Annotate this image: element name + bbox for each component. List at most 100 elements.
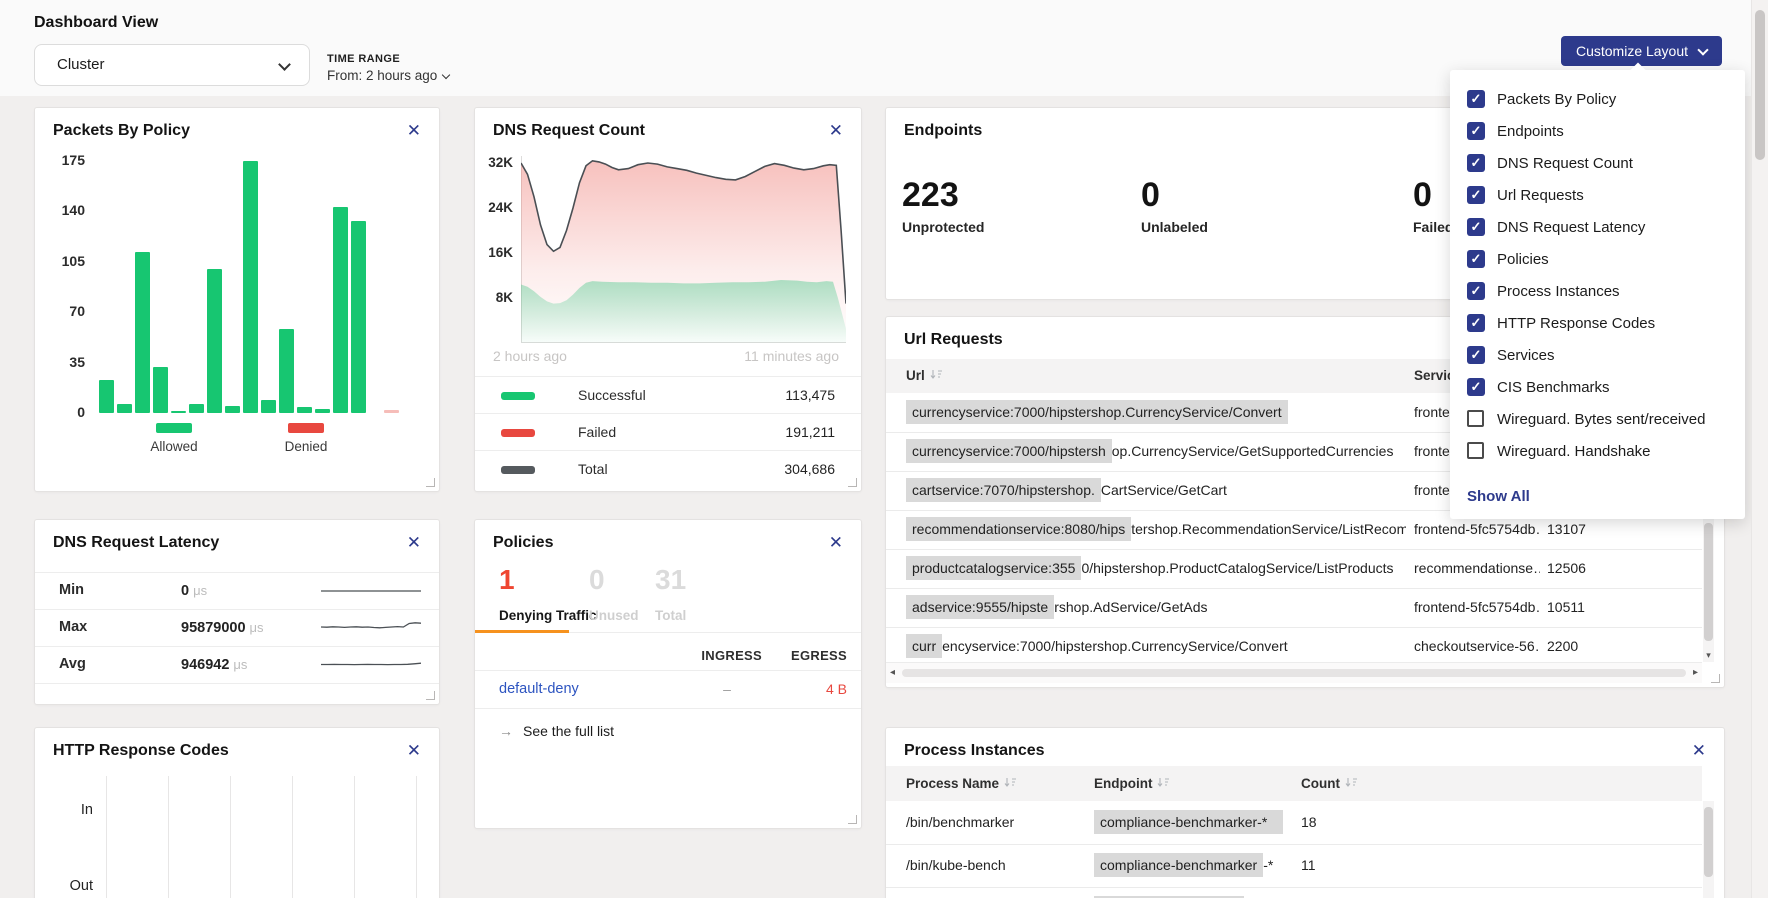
chevron-down-icon [278, 58, 291, 71]
checkbox-checked-icon: ✓ [1467, 122, 1485, 140]
menu-item-cis-benchmarks[interactable]: ✓CIS Benchmarks [1450, 375, 1745, 407]
show-all-link[interactable]: Show All [1467, 488, 1530, 505]
resize-handle-icon[interactable] [426, 478, 435, 487]
endpoint-stat-unlabeled: 0Unlabeled [1141, 176, 1208, 235]
scrollbar-thumb[interactable] [1704, 523, 1713, 641]
legend-row-successful: Successful113,475 [475, 376, 861, 414]
menu-item-label: Wireguard. Handshake [1497, 441, 1650, 462]
menu-item-services[interactable]: ✓Services [1450, 343, 1745, 375]
close-icon[interactable]: ✕ [407, 534, 421, 551]
process-name-cell: /bin/benchmarker [906, 801, 1086, 844]
menu-item-label: Wireguard. Bytes sent/received [1497, 409, 1705, 430]
scroll-left-icon[interactable]: ◂ [890, 667, 895, 678]
resize-handle-icon[interactable] [848, 478, 857, 487]
table-row[interactable]: productcatalogservice:3550/hipstershop.P… [886, 549, 1702, 589]
menu-item-dns-request-latency[interactable]: ✓DNS Request Latency [1450, 215, 1745, 247]
table-row[interactable]: adservice:9555/hipstershop.AdService/Get… [886, 588, 1702, 628]
chevron-down-icon [1697, 44, 1708, 55]
gridline [168, 776, 169, 898]
legend-item-allowed: Allowed [132, 423, 216, 454]
scrollbar-thumb[interactable] [1755, 10, 1765, 160]
allowed-bar [189, 404, 204, 413]
close-icon[interactable]: ✕ [829, 534, 843, 551]
policy-link[interactable]: default-deny [499, 670, 579, 708]
y-tick-label: 32K [479, 155, 513, 170]
policies-stat-denying-traffic[interactable]: 1Denying Traffic [499, 564, 597, 623]
checkbox-checked-icon: ✓ [1467, 314, 1485, 332]
legend-swatch [288, 423, 324, 433]
latency-label: Min [59, 572, 84, 609]
url-highlight: currencyservice:7000/hipstersh [906, 439, 1112, 463]
process-table-header: Process Name Endpoint Count [886, 766, 1702, 801]
scroll-right-icon[interactable]: ▸ [1693, 667, 1698, 678]
legend-label: Total [578, 451, 608, 488]
time-range-value[interactable]: From: 2 hours ago [327, 68, 449, 83]
active-tab-underline [475, 630, 569, 633]
close-icon[interactable]: ✕ [1692, 742, 1706, 759]
view-selector[interactable]: Cluster [34, 44, 310, 86]
legend-value: 304,686 [784, 451, 835, 488]
scroll-down-icon[interactable]: ▾ [1703, 650, 1714, 661]
table-row[interactable]: currencyservice:7000/hipstershop.Currenc… [886, 627, 1702, 667]
count-cell: 12506 [1547, 549, 1627, 588]
horizontal-scrollbar[interactable]: ◂ ▸ [886, 662, 1702, 683]
url-highlight: cartservice:7070/hipstershop. [906, 478, 1101, 502]
packets-bar-chart [95, 161, 425, 413]
customize-layout-label: Customize Layout [1576, 43, 1688, 59]
service-cell: frontend-5fc5754db… [1414, 588, 1540, 627]
menu-item-dns-request-count[interactable]: ✓DNS Request Count [1450, 151, 1745, 183]
checkbox-checked-icon: ✓ [1467, 282, 1485, 300]
menu-item-http-response-codes[interactable]: ✓HTTP Response Codes [1450, 311, 1745, 343]
scrollbar-thumb[interactable] [902, 669, 1686, 677]
card-title: DNS Request Count [493, 122, 645, 140]
card-title: HTTP Response Codes [53, 742, 229, 760]
sort-icon [1004, 777, 1017, 788]
close-icon[interactable]: ✕ [407, 742, 421, 759]
url-cell: currencyservice:7000/hipstershop.Currenc… [906, 432, 1406, 471]
menu-item-policies[interactable]: ✓Policies [1450, 247, 1745, 279]
gridline [230, 776, 231, 898]
card-title: Packets By Policy [53, 122, 190, 140]
allowed-bar [333, 207, 348, 413]
legend-item-denied: Denied [264, 423, 348, 454]
table-row[interactable]: /bin/kube-benchcompliance-benchmarker-*1… [886, 844, 1702, 888]
sparkline [321, 581, 421, 601]
column-header-count[interactable]: Count [1301, 766, 1358, 801]
page-title: Dashboard View [34, 14, 158, 32]
resize-handle-icon[interactable] [1711, 674, 1720, 683]
x-axis-label-right: 11 minutes ago [744, 348, 839, 364]
url-cell: currencyservice:7000/hipstershop.Currenc… [906, 627, 1406, 666]
resize-handle-icon[interactable] [848, 815, 857, 824]
close-icon[interactable]: ✕ [829, 122, 843, 139]
view-selector-value: Cluster [57, 45, 105, 85]
latency-unit: μs [193, 583, 207, 598]
table-row[interactable]: benchmarkercompliance-benchmarker-*9 [886, 887, 1702, 898]
url-highlight: productcatalogservice:355 [906, 556, 1081, 580]
url-cell: cartservice:7070/hipstershop.CartService… [906, 471, 1406, 510]
latency-unit: μs [233, 657, 247, 672]
menu-item-label: DNS Request Latency [1497, 217, 1645, 238]
close-icon[interactable]: ✕ [407, 122, 421, 139]
menu-item-wireguard-bytes-sent-received[interactable]: Wireguard. Bytes sent/received [1450, 407, 1745, 439]
vertical-scrollbar[interactable] [1703, 801, 1714, 898]
column-header-process-name[interactable]: Process Name [906, 766, 1017, 801]
y-tick-label: 140 [41, 202, 85, 218]
menu-item-process-instances[interactable]: ✓Process Instances [1450, 279, 1745, 311]
see-full-list-link[interactable]: →See the full list [499, 716, 614, 746]
menu-item-url-requests[interactable]: ✓Url Requests [1450, 183, 1745, 215]
scrollbar-thumb[interactable] [1704, 807, 1713, 877]
dns-request-count-card: DNS Request Count ✕ 32K24K16K8K [474, 107, 862, 492]
stat-value: 0 [1413, 176, 1453, 215]
menu-item-packets-by-policy[interactable]: ✓Packets By Policy [1450, 87, 1745, 119]
customize-layout-button[interactable]: Customize Layout [1561, 36, 1722, 66]
denied-bar [384, 410, 399, 413]
stat-label: Denying Traffic [499, 608, 597, 623]
table-row[interactable]: /bin/benchmarkercompliance-benchmarker-*… [886, 801, 1702, 845]
time-range-label: TIME RANGE [327, 53, 449, 65]
column-header-endpoint[interactable]: Endpoint [1094, 766, 1170, 801]
column-header-url[interactable]: Url [906, 359, 943, 393]
menu-item-wireguard-handshake[interactable]: Wireguard. Handshake [1450, 439, 1745, 471]
page-scrollbar[interactable] [1751, 0, 1768, 898]
menu-item-endpoints[interactable]: ✓Endpoints [1450, 119, 1745, 151]
resize-handle-icon[interactable] [426, 691, 435, 700]
